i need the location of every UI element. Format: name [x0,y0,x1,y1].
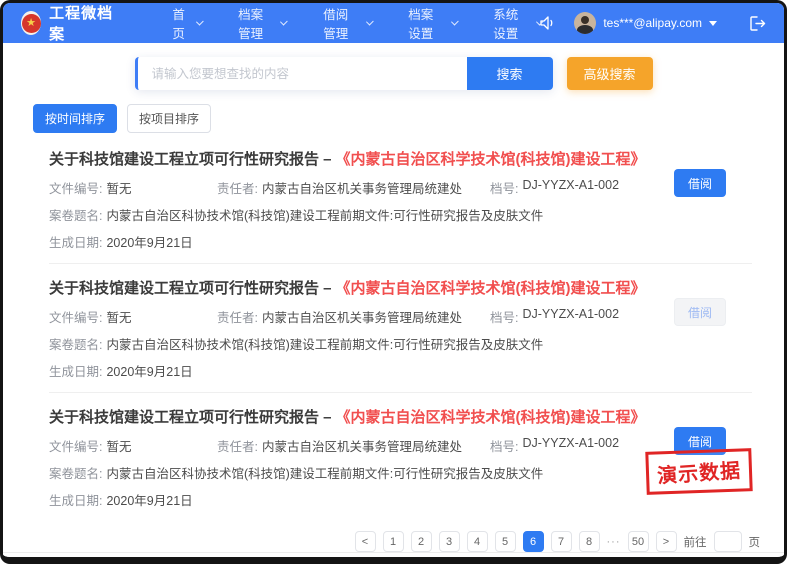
page-button-8[interactable]: 8 [579,531,600,552]
page-button-2[interactable]: 2 [411,531,432,552]
page-prev-button[interactable]: < [355,531,376,552]
chevron-down-icon [366,18,374,26]
card-volume-row: 案卷题名:内蒙古自治区科协技术馆(科技馆)建设工程前期文件:可行性研究报告及皮肤… [49,334,752,353]
file-no: 暂无 [106,307,131,326]
archive-no: DJ-YYZX-A1-002 [522,436,619,455]
file-no: 暂无 [106,178,131,197]
jumper-suffix-label: 页 [749,534,761,550]
created-date: 2020年9月21日 [106,361,192,380]
created-date: 2020年9月21日 [106,490,192,509]
volume-title: 内蒙古自治区科协技术馆(科技馆)建设工程前期文件:可行性研究报告及皮肤文件 [106,205,543,224]
chevron-down-icon [280,18,288,26]
borrow-button[interactable]: 借阅 [674,298,726,326]
card-title: 关于科技馆建设工程立项可行性研究报告 –《内蒙古自治区科学技术馆(科技馆)建设工… [49,406,752,427]
page-button-4[interactable]: 4 [467,531,488,552]
brand-logo[interactable]: ★ 工程微档案 [21,2,116,44]
footer: Ccopyright©2019 Beijing SciResearch ****… [3,552,784,564]
owner: 内蒙古自治区机关事务管理局统建处 [262,307,462,326]
result-card: 关于科技馆建设工程立项可行性研究报告 –《内蒙古自治区科学技术馆(科技馆)建设工… [49,264,752,393]
sort-toolbar: 按时间排序 按项目排序 [33,104,784,133]
search-input[interactable] [135,57,467,90]
card-volume-row: 案卷题名:内蒙古自治区科协技术馆(科技馆)建设工程前期文件:可行性研究报告及皮肤… [49,463,752,482]
search-button[interactable]: 搜索 [467,57,553,90]
sort-by-project-button[interactable]: 按项目排序 [127,104,211,133]
nav-menu: 首页 档案管理 借阅管理 档案设置 系统设置 [172,4,540,42]
user-menu[interactable]: tes***@alipay.com [574,12,717,34]
nav-item-system-settings[interactable]: 系统设置 [493,4,540,42]
card-meta-row: 文件编号:暂无 责任者:内蒙古自治区机关事务管理局统建处 档号:DJ-YYZX-… [49,436,752,455]
caret-down-icon [709,21,717,26]
volume-title: 内蒙古自治区科协技术馆(科技馆)建设工程前期文件:可行性研究报告及皮肤文件 [106,334,543,353]
nav-item-borrow-mgmt[interactable]: 借阅管理 [323,4,370,42]
nav-item-home[interactable]: 首页 [172,4,200,42]
app-title: 工程微档案 [49,2,116,44]
volume-title: 内蒙古自治区科协技术馆(科技馆)建设工程前期文件:可行性研究报告及皮肤文件 [106,463,543,482]
national-emblem-icon: ★ [21,11,41,35]
result-list: 关于科技馆建设工程立项可行性研究报告 –《内蒙古自治区科学技术馆(科技馆)建设工… [3,133,784,521]
nav-item-archive-mgmt[interactable]: 档案管理 [238,4,285,42]
search-box: 搜索 [135,57,553,90]
borrow-button[interactable]: 借阅 [674,427,726,455]
pagination: < 1 2 3 4 5 6 7 8 ··· 50 > 前往 页 [3,531,784,552]
created-date: 2020年9月21日 [106,232,192,251]
owner: 内蒙古自治区机关事务管理局统建处 [262,178,462,197]
page-button-7[interactable]: 7 [551,531,572,552]
page-ellipsis: ··· [607,536,621,548]
page-button-1[interactable]: 1 [383,531,404,552]
page-jump-input[interactable] [714,531,742,552]
advanced-search-button[interactable]: 高级搜索 [567,57,653,90]
page-next-button[interactable]: > [656,531,677,552]
top-navbar: ★ 工程微档案 首页 档案管理 借阅管理 档案设置 系统设置 tes***@al… [3,3,784,43]
file-no: 暂无 [106,436,131,455]
sort-by-time-button[interactable]: 按时间排序 [33,104,117,133]
chevron-down-icon [196,18,204,26]
page-button-5[interactable]: 5 [495,531,516,552]
card-title-highlight: 《内蒙古自治区科学技术馆(科技馆)建设工程》 [336,409,646,426]
nav-right-group: tes***@alipay.com [540,12,766,34]
card-title: 关于科技馆建设工程立项可行性研究报告 –《内蒙古自治区科学技术馆(科技馆)建设工… [49,148,752,169]
page-button-3[interactable]: 3 [439,531,460,552]
app-window: ★ 工程微档案 首页 档案管理 借阅管理 档案设置 系统设置 tes***@al… [0,0,787,564]
card-title-highlight: 《内蒙古自治区科学技术馆(科技馆)建设工程》 [336,151,646,168]
user-email: tes***@alipay.com [603,16,702,30]
result-card: 关于科技馆建设工程立项可行性研究报告 –《内蒙古自治区科学技术馆(科技馆)建设工… [49,135,752,264]
borrow-button[interactable]: 借阅 [674,169,726,197]
card-date-row: 生成日期:2020年9月21日 [49,361,752,380]
archive-no: DJ-YYZX-A1-002 [522,178,619,197]
owner: 内蒙古自治区机关事务管理局统建处 [262,436,462,455]
card-date-row: 生成日期:2020年9月21日 [49,490,752,509]
nav-item-archive-settings[interactable]: 档案设置 [408,4,455,42]
result-card: 关于科技馆建设工程立项可行性研究报告 –《内蒙古自治区科学技术馆(科技馆)建设工… [49,393,752,521]
page-button-last[interactable]: 50 [628,531,649,552]
logout-icon[interactable] [749,16,766,31]
card-title-highlight: 《内蒙古自治区科学技术馆(科技馆)建设工程》 [336,280,646,297]
page-button-6-active[interactable]: 6 [523,531,544,552]
card-title: 关于科技馆建设工程立项可行性研究报告 –《内蒙古自治区科学技术馆(科技馆)建设工… [49,277,752,298]
archive-no: DJ-YYZX-A1-002 [522,307,619,326]
chevron-down-icon [451,18,459,26]
card-date-row: 生成日期:2020年9月21日 [49,232,752,251]
speaker-icon[interactable] [540,16,556,30]
user-avatar [574,12,596,34]
card-meta-row: 文件编号:暂无 责任者:内蒙古自治区机关事务管理局统建处 档号:DJ-YYZX-… [49,178,752,197]
card-meta-row: 文件编号:暂无 责任者:内蒙古自治区机关事务管理局统建处 档号:DJ-YYZX-… [49,307,752,326]
card-volume-row: 案卷题名:内蒙古自治区科协技术馆(科技馆)建设工程前期文件:可行性研究报告及皮肤… [49,205,752,224]
search-section: 搜索 高级搜索 [3,57,784,90]
jumper-prefix-label: 前往 [684,534,707,550]
